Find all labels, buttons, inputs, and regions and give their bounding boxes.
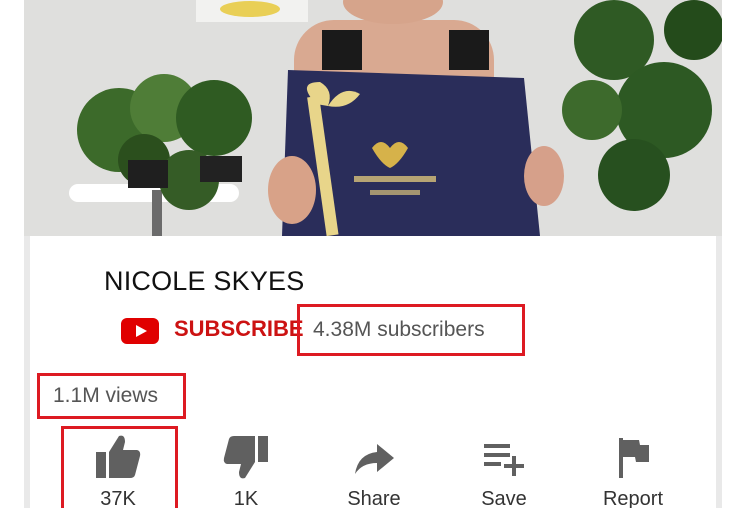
subscribe-button[interactable]: SUBSCRIBE [174,316,304,342]
share-button[interactable]: Share [314,432,434,508]
channel-name[interactable]: NICOLE SKYES [104,266,304,297]
dislike-button[interactable]: 1K [186,432,306,508]
like-count: 37K [100,488,136,508]
video-frame-image [24,0,722,236]
flag-icon [619,438,649,478]
save-label: Save [481,488,527,508]
view-count: 1.1M views [53,384,159,407]
report-button[interactable]: Report [573,432,693,508]
right-margin [722,0,750,508]
youtube-logo-icon [121,318,159,344]
share-icon [355,444,394,474]
like-button[interactable]: 37K [58,432,178,508]
video-player[interactable] [24,0,722,236]
dislike-count: 1K [233,488,259,508]
share-label: Share [347,488,401,508]
thumbs-up-icon [96,435,141,478]
save-button[interactable]: Save [444,432,564,508]
thumbs-down-icon [223,436,268,479]
subscriber-count: 4.38M subscribers [313,318,485,341]
app-frame: NICOLE SKYES SUBSCRIBE 4.38M subscribers… [0,0,750,508]
report-label: Report [602,488,664,508]
playlist-add-icon [484,444,524,476]
left-margin [0,0,24,508]
